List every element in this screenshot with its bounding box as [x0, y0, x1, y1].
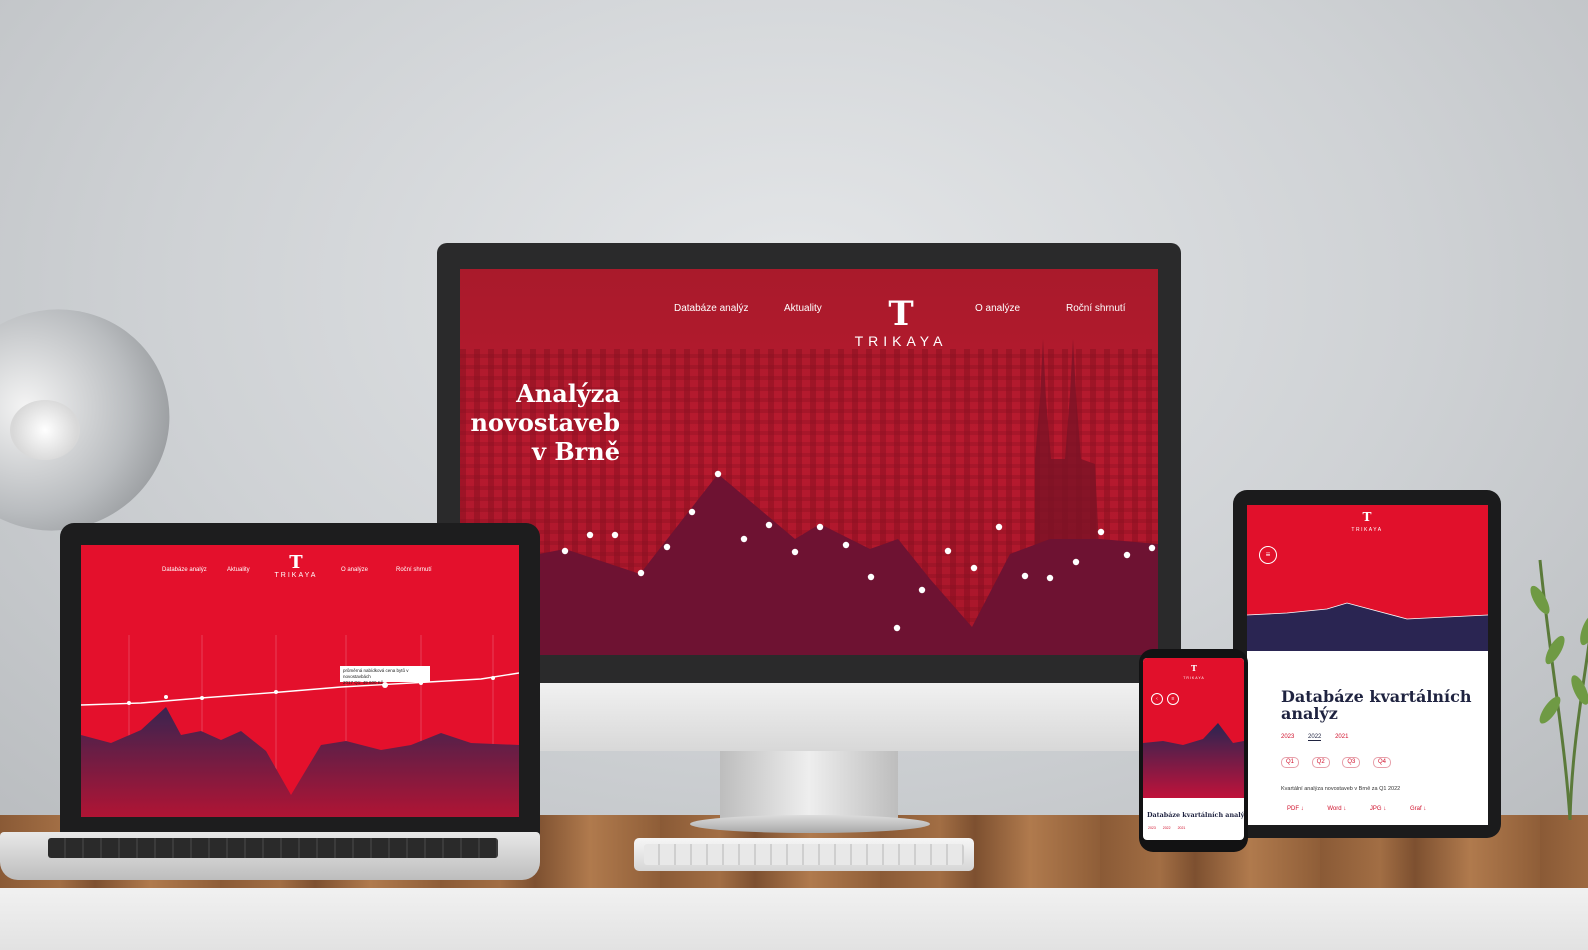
quarter-pill[interactable]: Q3 [1342, 757, 1361, 768]
nav-news-link[interactable]: Aktuality [227, 567, 250, 573]
price-point[interactable] [200, 696, 204, 700]
chart-point[interactable] [740, 535, 748, 543]
phone-chart [1143, 723, 1244, 798]
logo-mark: T [289, 552, 303, 573]
tab-year[interactable]: 2021 [1178, 826, 1186, 830]
brand-logo[interactable]: T TRIKAYA [268, 552, 324, 580]
nav-annual-summary-link[interactable]: Roční shrnutí [396, 567, 432, 573]
chart-point[interactable] [1123, 551, 1131, 559]
chart-point[interactable] [842, 541, 850, 549]
quarter-pill[interactable]: Q4 [1373, 757, 1392, 768]
year-tabs: 2023 2022 2021 [1148, 826, 1191, 830]
chart-point[interactable] [970, 564, 978, 572]
phone-nav-buttons: ‹ ≡ [1151, 687, 1183, 705]
chart-tooltip: průměrná nabídková cena bytů v novostavb… [340, 666, 430, 685]
nav-about-link[interactable]: O analýze [975, 303, 1020, 314]
logo-mark: T [888, 294, 914, 334]
chart-point[interactable] [1148, 544, 1156, 552]
chart-point[interactable] [1072, 558, 1080, 566]
analysis-description: Kvartální analýza novostaveb v Brně za Q… [1281, 786, 1401, 792]
lamp-bulb [10, 400, 80, 460]
monitor-stand-base [690, 815, 930, 833]
phone-header: T TRIKAYA ‹ ≡ [1143, 658, 1244, 798]
chart-point[interactable] [867, 573, 875, 581]
quarter-pill[interactable]: Q2 [1311, 757, 1330, 768]
chart-point[interactable] [611, 531, 619, 539]
chart-point[interactable] [688, 508, 696, 516]
logo-wordmark: TRIKAYA [1183, 676, 1205, 680]
brand-logo[interactable]: T TRIKAYA [836, 294, 966, 349]
laptop-price-chart [81, 635, 519, 817]
hero-title: Analýza novostaveb v Brně [460, 379, 620, 466]
tab-year[interactable]: 2022 [1163, 826, 1171, 830]
chart-point[interactable] [561, 547, 569, 555]
nav-news-link[interactable]: Aktuality [784, 303, 822, 314]
hero-title-line: novostaveb [470, 408, 620, 437]
chart-point[interactable] [663, 543, 671, 551]
chart-point[interactable] [1097, 528, 1105, 536]
download-chart-link[interactable]: Graf ↓ [1410, 806, 1426, 812]
monitor-stand-neck [720, 751, 898, 823]
desktop-screen: Databáze analýz Aktuality O analýze Ročn… [460, 269, 1158, 655]
hero-title-line: Analýza [516, 379, 620, 408]
chart-point[interactable] [1046, 574, 1054, 582]
page-title: Databáze kvartálních analýz [1147, 811, 1244, 819]
download-pdf-link[interactable]: PDF ↓ [1287, 806, 1304, 812]
tab-year-active[interactable]: 2022 [1308, 734, 1322, 741]
scene: Databáze analýz Aktuality O analýze Ročn… [0, 0, 1588, 950]
year-tabs: 2023 2022 2021 [1281, 734, 1360, 741]
hero-mountain-chart [460, 470, 1158, 655]
brand-logo[interactable]: T TRIKAYA [1179, 664, 1209, 680]
menu-icon[interactable]: ≡ [1167, 693, 1179, 705]
quarter-pill[interactable]: Q1 [1281, 757, 1299, 768]
chart-point[interactable] [816, 523, 824, 531]
chart-point[interactable] [995, 523, 1003, 531]
nav-database-link[interactable]: Databáze analýz [162, 567, 207, 573]
plant-decoration [1530, 559, 1588, 820]
chart-point[interactable] [637, 569, 645, 577]
chart-point[interactable] [586, 531, 594, 539]
download-jpg-link[interactable]: JPG ↓ [1370, 806, 1386, 812]
nav-database-link[interactable]: Databáze analýz [674, 303, 749, 314]
keyboard [634, 838, 974, 871]
back-icon[interactable]: ‹ [1151, 693, 1163, 705]
chart-point[interactable] [791, 548, 799, 556]
tab-year[interactable]: 2023 [1148, 826, 1156, 830]
logo-mark: T [1191, 663, 1197, 673]
logo-wordmark: TRIKAYA [1351, 527, 1383, 533]
chart-point[interactable] [1021, 572, 1029, 580]
chart-point[interactable] [893, 624, 901, 632]
chart-point[interactable] [918, 586, 926, 594]
download-word-link[interactable]: Word ↓ [1327, 806, 1346, 812]
phone-screen: T TRIKAYA ‹ ≡ Databáze kvartálních analýz… [1143, 658, 1244, 840]
price-point[interactable] [127, 701, 131, 705]
price-point[interactable] [491, 676, 495, 680]
page-title: Databáze kvartálních analýz [1281, 687, 1472, 723]
laptop-screen: Databáze analýz Aktuality O analýze Ročn… [81, 545, 519, 817]
menu-icon[interactable]: ≡ [1259, 546, 1277, 564]
laptop-keyboard [48, 838, 498, 858]
quarter-pills: Q1 Q2 Q3 Q4 [1281, 757, 1402, 768]
monitor-chin [437, 683, 1181, 751]
chart-point[interactable] [765, 521, 773, 529]
price-point[interactable] [274, 690, 278, 694]
desk-edge [0, 888, 1588, 950]
brand-logo[interactable]: T TRIKAYA [1347, 511, 1387, 533]
tooltip-label: průměrná nabídková cena bytů v novostavb… [343, 668, 409, 679]
tablet-screen: T TRIKAYA ≡ Databáze kvartálních analýz … [1247, 505, 1488, 825]
logo-mark: T [1362, 510, 1372, 524]
chart-point[interactable] [714, 470, 722, 478]
nav-annual-summary-link[interactable]: Roční shrnutí [1066, 303, 1125, 314]
tab-year[interactable]: 2023 [1281, 734, 1294, 740]
tooltip-value: 2017 Q1: 49 600 Kč [343, 680, 384, 685]
logo-wordmark: TRIKAYA [274, 572, 318, 579]
logo-wordmark: TRIKAYA [854, 333, 948, 349]
tablet-chart [1247, 602, 1488, 651]
chart-point[interactable] [944, 547, 952, 555]
tablet-header: T TRIKAYA ≡ [1247, 505, 1488, 651]
nav-about-link[interactable]: O analýze [341, 567, 368, 573]
price-point[interactable] [164, 695, 168, 699]
tab-year[interactable]: 2021 [1335, 734, 1348, 740]
download-links: PDF ↓ Word ↓ JPG ↓ Graf ↓ [1287, 806, 1448, 812]
